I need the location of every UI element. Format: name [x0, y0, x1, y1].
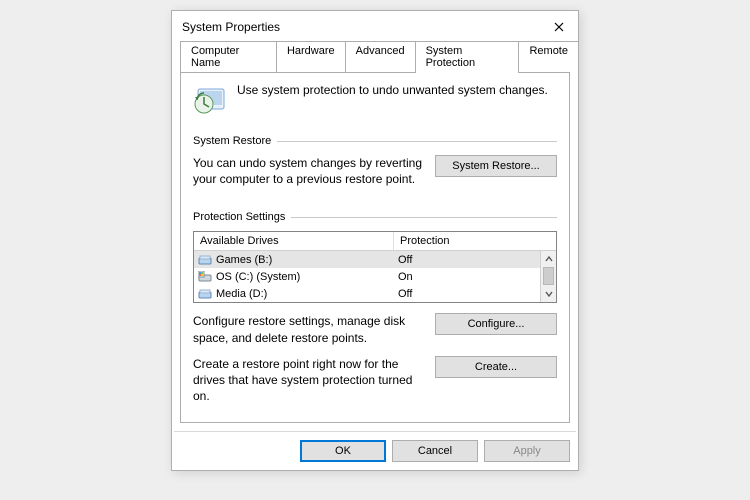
window-title: System Properties	[182, 20, 280, 34]
system-hdd-icon	[198, 271, 212, 283]
system-restore-icon	[193, 83, 227, 117]
tab-strip: Computer Name Hardware Advanced System P…	[172, 41, 578, 72]
configure-button[interactable]: Configure...	[435, 313, 557, 335]
system-properties-dialog: System Properties Computer Name Hardware…	[171, 10, 579, 471]
configure-desc: Configure restore settings, manage disk …	[193, 313, 427, 345]
system-restore-button[interactable]: System Restore...	[435, 155, 557, 177]
drive-row[interactable]: Games (B:) Off	[194, 251, 540, 268]
drive-row[interactable]: OS (C:) (System) On	[194, 268, 540, 285]
group-system-restore: System Restore	[193, 135, 557, 147]
tab-advanced[interactable]: Advanced	[345, 41, 416, 72]
drive-row[interactable]: Media (D:) Off	[194, 285, 540, 302]
divider	[174, 431, 576, 432]
group-protection-settings: Protection Settings	[193, 211, 557, 223]
system-restore-row: You can undo system changes by reverting…	[193, 155, 557, 187]
titlebar: System Properties	[172, 11, 578, 41]
ok-button[interactable]: OK	[300, 440, 386, 462]
tab-system-protection[interactable]: System Protection	[415, 41, 520, 73]
create-desc: Create a restore point right now for the…	[193, 356, 427, 405]
dialog-footer: OK Cancel Apply	[172, 440, 578, 470]
create-row: Create a restore point right now for the…	[193, 356, 557, 405]
drive-list[interactable]: Available Drives Protection Games (B:) O…	[193, 231, 557, 303]
group-system-restore-label: System Restore	[193, 135, 277, 147]
drive-protection: On	[394, 271, 540, 283]
scroll-down-icon[interactable]	[541, 286, 556, 302]
panel-system-protection: Use system protection to undo unwanted s…	[180, 72, 570, 423]
hdd-icon	[198, 254, 212, 266]
tab-hardware[interactable]: Hardware	[276, 41, 346, 72]
drive-name: Media (D:)	[216, 288, 267, 300]
intro-text: Use system protection to undo unwanted s…	[237, 83, 548, 97]
drive-list-scrollbar[interactable]	[540, 251, 556, 302]
close-icon[interactable]	[546, 17, 572, 37]
drive-list-body: Games (B:) Off OS (C:) (System) On	[194, 251, 556, 302]
configure-row: Configure restore settings, manage disk …	[193, 313, 557, 345]
apply-button: Apply	[484, 440, 570, 462]
tab-computer-name[interactable]: Computer Name	[180, 41, 277, 72]
drive-protection: Off	[394, 288, 540, 300]
scroll-up-icon[interactable]	[541, 251, 556, 267]
hdd-icon	[198, 288, 212, 300]
tab-remote[interactable]: Remote	[518, 41, 579, 72]
system-restore-desc: You can undo system changes by reverting…	[193, 155, 427, 187]
cancel-button[interactable]: Cancel	[392, 440, 478, 462]
col-protection-header[interactable]: Protection	[394, 232, 556, 250]
group-protection-settings-label: Protection Settings	[193, 211, 291, 223]
intro-row: Use system protection to undo unwanted s…	[193, 83, 557, 117]
col-drives-header[interactable]: Available Drives	[194, 232, 394, 250]
scroll-thumb[interactable]	[543, 267, 554, 285]
drive-name: OS (C:) (System)	[216, 271, 300, 283]
drive-protection: Off	[394, 254, 540, 266]
create-button[interactable]: Create...	[435, 356, 557, 378]
divider	[277, 141, 557, 142]
divider	[291, 217, 557, 218]
drive-list-header: Available Drives Protection	[194, 232, 556, 251]
drive-name: Games (B:)	[216, 254, 272, 266]
